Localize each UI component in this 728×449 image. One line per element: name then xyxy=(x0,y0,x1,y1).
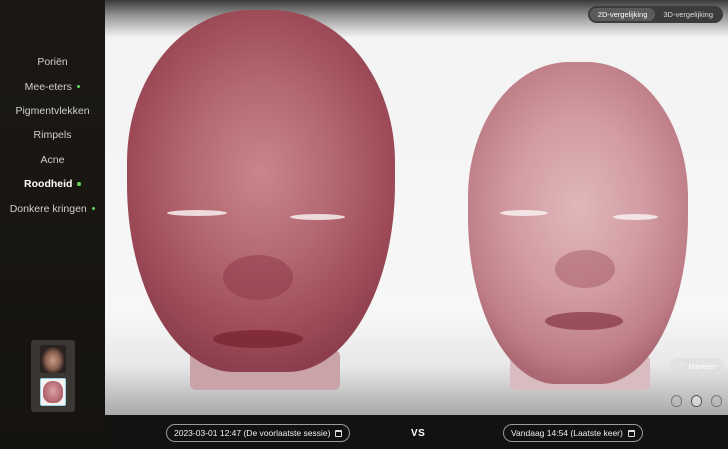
nose-shadow xyxy=(555,250,615,288)
view-mode-toggle: 2D-vergelijking 3D-vergelijking xyxy=(587,6,723,23)
face-image-previous xyxy=(127,10,395,372)
menu-item-label: Poriën xyxy=(37,56,68,69)
menu-item-label: Pigmentvlekken xyxy=(15,104,90,117)
previous-session-date: 2023-03-01 12:47 (De voorlaatste sessie) xyxy=(174,428,331,438)
image-mode-thumbnails xyxy=(31,340,75,412)
vs-label: VS xyxy=(411,428,426,439)
face-image-latest xyxy=(468,62,688,384)
thumbnail-redness-map[interactable] xyxy=(40,378,66,406)
menu-item-label: Donkere kringen xyxy=(9,202,87,215)
menu-item-label: Acne xyxy=(40,153,65,166)
menu-item-roodheid[interactable]: Roodheid xyxy=(0,172,105,196)
mark-button[interactable]: ♡ Markeer xyxy=(669,358,724,374)
menu-item-label: Roodheid xyxy=(24,178,73,191)
menu-item-rimpels[interactable]: Rimpels xyxy=(0,123,105,147)
comparison-viewport: 2D-vergelijking 3D-vergelijking ♡ Markee… xyxy=(105,0,728,415)
latest-session-date: Vandaag 14:54 (Laatste keer) xyxy=(511,428,623,438)
eye-highlight xyxy=(613,214,658,220)
analysis-menu: Poriën Mee-eters Pigmentvlekken Rimpels … xyxy=(0,50,105,221)
sidebar: Poriën Mee-eters Pigmentvlekken Rimpels … xyxy=(0,0,105,449)
calendar-icon xyxy=(335,429,343,437)
menu-item-porien[interactable]: Poriën xyxy=(0,50,105,74)
menu-item-pigmentvlekken[interactable]: Pigmentvlekken xyxy=(0,99,105,123)
menu-item-label: Rimpels xyxy=(33,129,72,142)
lips xyxy=(545,312,623,330)
marker-icon: ♡ xyxy=(677,361,685,371)
toggle-2d-comparison[interactable]: 2D-vergelijking xyxy=(589,8,656,21)
eye-highlight xyxy=(500,210,548,216)
latest-session-selector[interactable]: Vandaag 14:54 (Laatste keer) xyxy=(503,424,643,442)
menu-item-label: Mee-eters xyxy=(24,80,72,93)
nose-shadow xyxy=(223,255,293,300)
session-compare-bar: 2023-03-01 12:47 (De voorlaatste sessie)… xyxy=(105,415,728,449)
eye-highlight xyxy=(290,214,345,220)
menu-item-acne[interactable]: Acne xyxy=(0,148,105,172)
mark-button-label: Markeer xyxy=(688,361,716,371)
menu-item-mee-eters[interactable]: Mee-eters xyxy=(0,74,105,98)
face-right-profile-icon[interactable] xyxy=(711,395,722,407)
face-mini-icon xyxy=(43,381,63,403)
status-dot xyxy=(77,182,81,186)
face-angle-selector xyxy=(671,395,722,407)
face-front-icon[interactable] xyxy=(691,395,702,407)
menu-item-donkere-kringen[interactable]: Donkere kringen xyxy=(0,196,105,220)
previous-session-selector[interactable]: 2023-03-01 12:47 (De voorlaatste sessie) xyxy=(166,424,351,442)
calendar-icon xyxy=(627,429,635,437)
toggle-3d-comparison[interactable]: 3D-vergelijking xyxy=(655,8,721,21)
face-left-profile-icon[interactable] xyxy=(671,395,682,407)
thumbnail-normal-photo[interactable] xyxy=(40,345,66,373)
eye-highlight xyxy=(167,210,227,216)
status-dot xyxy=(91,206,96,211)
status-dot xyxy=(76,84,81,89)
lips xyxy=(213,330,303,348)
